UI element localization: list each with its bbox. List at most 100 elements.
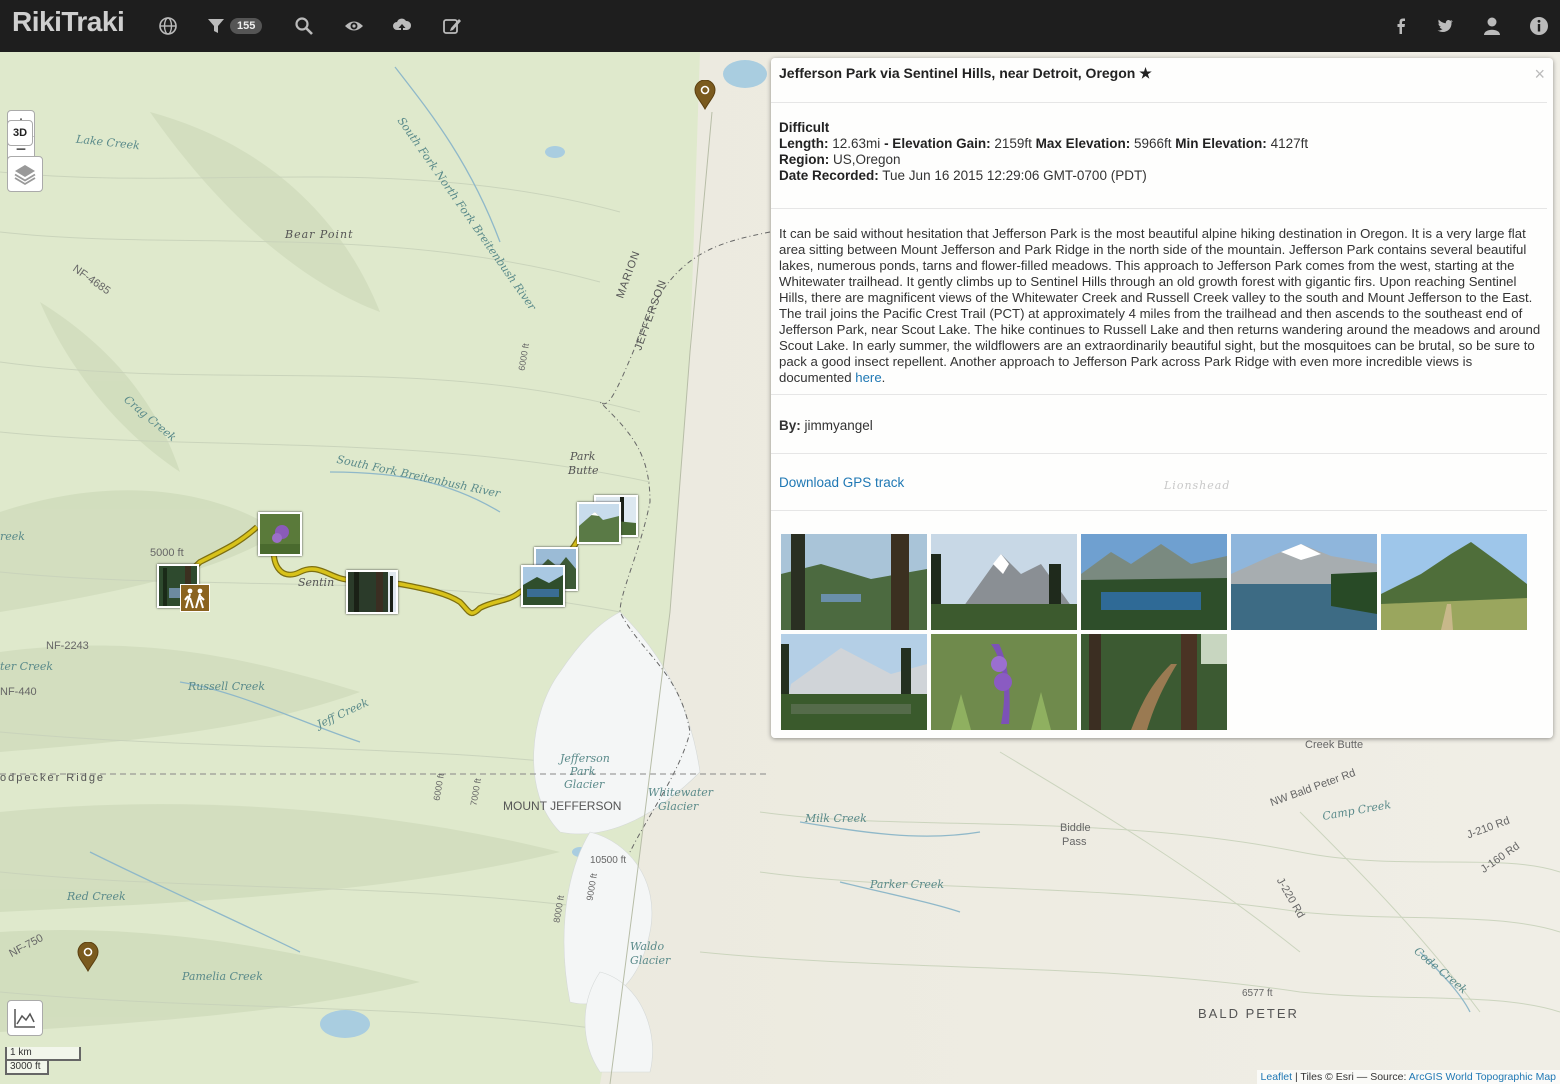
- gallery-photo[interactable]: [781, 534, 927, 630]
- filter-count-badge: 155: [230, 18, 263, 34]
- gallery-photo[interactable]: [931, 534, 1077, 630]
- map-label: Bear Point: [285, 228, 354, 241]
- length-value: 12.63mi: [832, 136, 881, 151]
- min-elevation-label: Min Elevation:: [1175, 136, 1267, 151]
- map-label: Creek Butte: [1305, 739, 1364, 751]
- description-text: It can be said without hesitation that J…: [779, 226, 1541, 385]
- region-value: US,Oregon: [833, 152, 901, 167]
- author-value: jimmyangel: [804, 418, 873, 433]
- download-gps-track-link[interactable]: Download GPS track: [779, 475, 904, 490]
- map-label: NF-440: [0, 686, 37, 698]
- max-elevation-label: Max Elevation:: [1035, 136, 1131, 151]
- leaflet-link[interactable]: Leaflet: [1261, 1071, 1293, 1083]
- gain-label: - Elevation Gain:: [884, 136, 991, 151]
- map-label: Parker Creek: [870, 878, 945, 891]
- map-label: Russell Creek: [188, 680, 266, 693]
- hiking-trailhead-icon[interactable]: [180, 584, 210, 612]
- map-label: 5000 ft: [150, 547, 184, 559]
- map-label: 10500 ft: [590, 855, 627, 866]
- max-elevation-value: 5966ft: [1133, 136, 1172, 151]
- map-label: Glacier: [564, 778, 605, 791]
- gain-value: 2159ft: [994, 136, 1032, 151]
- scale-ft: 3000 ft: [5, 1061, 49, 1075]
- gallery-photo[interactable]: [931, 634, 1077, 730]
- map-label: 6577 ft: [1242, 988, 1273, 999]
- divider: [771, 453, 1547, 454]
- scale-km: 1 km: [5, 1047, 81, 1061]
- map-label: Waldo: [630, 940, 665, 953]
- map-label: Red Creek: [67, 890, 126, 903]
- brand-logo[interactable]: RikiTraki: [12, 6, 125, 38]
- gallery-photo[interactable]: [1231, 534, 1377, 630]
- region-label: Region:: [779, 152, 830, 167]
- layers-icon: [14, 165, 36, 186]
- eye-icon[interactable]: [338, 10, 370, 42]
- map-label: Biddle: [1060, 822, 1091, 834]
- attribution-text: | Tiles © Esri — Source:: [1294, 1071, 1407, 1083]
- map-label: Whitewater: [648, 786, 714, 799]
- gallery-photo[interactable]: [1081, 534, 1227, 630]
- trail-marker-icon[interactable]: [77, 942, 99, 972]
- date-value: Tue Jun 16 2015 12:29:06 GMT-0700 (PDT): [882, 168, 1147, 183]
- 3d-view-button[interactable]: 3D: [7, 120, 33, 146]
- map-label-behind: Lionshead: [1164, 479, 1231, 492]
- map-label: Butte: [568, 464, 599, 477]
- date-label: Date Recorded:: [779, 168, 879, 183]
- photo-marker[interactable]: [258, 512, 302, 556]
- globe-icon[interactable]: [152, 10, 184, 42]
- search-icon[interactable]: [288, 10, 320, 42]
- map-label: NF-2243: [46, 640, 89, 652]
- map-label: Milk Creek: [805, 812, 867, 825]
- divider: [771, 102, 1547, 103]
- upload-cloud-icon[interactable]: [386, 10, 418, 42]
- gallery-photo[interactable]: [1081, 634, 1227, 730]
- map-label: Sentin: [298, 576, 335, 589]
- divider: [771, 510, 1547, 511]
- map-label: Pamelia Creek: [182, 970, 263, 983]
- map-label: reek: [0, 530, 25, 543]
- length-label: Length:: [779, 136, 829, 151]
- edit-icon[interactable]: [436, 10, 468, 42]
- gallery-photo[interactable]: [781, 634, 927, 730]
- here-link[interactable]: here: [855, 370, 881, 385]
- divider: [771, 208, 1547, 209]
- twitter-icon[interactable]: [1429, 10, 1461, 42]
- map-label: Pass: [1062, 836, 1087, 848]
- by-label: By:: [779, 418, 801, 433]
- trail-marker-icon[interactable]: [694, 80, 716, 110]
- filter-icon[interactable]: [200, 10, 232, 42]
- scale-bar: 1 km 3000 ft: [5, 1047, 81, 1075]
- map-label: Park: [570, 450, 596, 463]
- map-label: Park: [570, 765, 596, 778]
- track-info-panel: Jefferson Park via Sentinel Hills, near …: [771, 58, 1553, 738]
- layers-button[interactable]: [7, 156, 43, 192]
- map-label: odpecker Ridge: [0, 772, 106, 784]
- gallery-photo[interactable]: [1381, 534, 1527, 630]
- description-period: .: [881, 370, 886, 385]
- map-attribution: Leaflet | Tiles © Esri — Source: ArcGIS …: [1256, 1070, 1560, 1084]
- map-label: Glacier: [630, 954, 671, 967]
- difficulty-value: Difficult: [779, 120, 830, 135]
- info-icon[interactable]: [1523, 10, 1555, 42]
- photo-marker[interactable]: [577, 502, 621, 544]
- user-icon[interactable]: [1476, 10, 1508, 42]
- min-elevation-value: 4127ft: [1270, 136, 1309, 151]
- track-title: Jefferson Park via Sentinel Hills, near …: [779, 65, 1152, 81]
- photo-marker[interactable]: [346, 570, 398, 614]
- elevation-profile-button[interactable]: [7, 1000, 43, 1036]
- map-label: Jefferson: [560, 752, 610, 765]
- photo-marker[interactable]: [521, 565, 565, 607]
- close-icon[interactable]: ×: [1534, 64, 1545, 85]
- track-metadata: Difficult Length: 12.63mi - Elevation Ga…: [779, 120, 1308, 184]
- map-label: BALD PETER: [1198, 1006, 1299, 1021]
- track-description: It can be said without hesitation that J…: [779, 226, 1545, 386]
- map-label: Glacier: [658, 800, 699, 813]
- navbar: RikiTraki 155: [0, 0, 1560, 52]
- elevation-chart-icon: [14, 1009, 35, 1028]
- map-label: ter Creek: [0, 660, 54, 673]
- map-label: MOUNT JEFFERSON: [503, 799, 622, 813]
- author-line: By: jimmyangel: [779, 418, 873, 433]
- arcgis-link[interactable]: ArcGIS World Topographic Map: [1409, 1071, 1556, 1083]
- divider: [771, 394, 1547, 395]
- facebook-icon[interactable]: [1385, 10, 1417, 42]
